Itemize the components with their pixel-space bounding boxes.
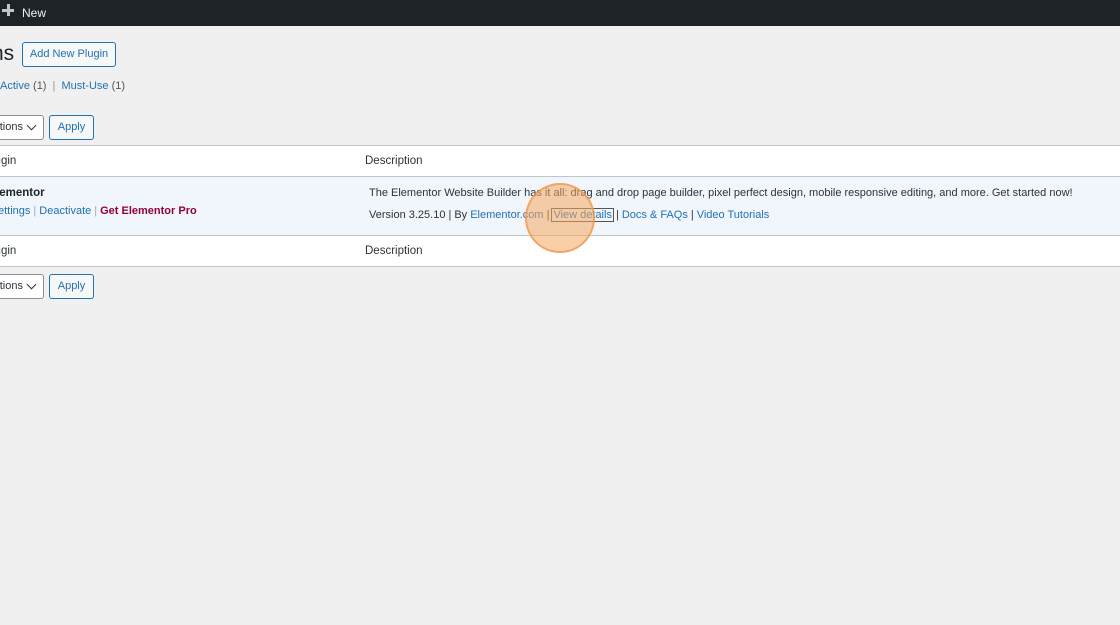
page-title: ns [0, 42, 15, 65]
filter-mustuse-count: (1) [111, 80, 126, 92]
plugin-status-filters: Active (1) | Must-Use (1) [0, 80, 125, 92]
bulk-actions-selected: tions [0, 280, 23, 292]
column-plugin-footer[interactable]: lugin [0, 245, 16, 257]
version-text: Version 3.25.10 [369, 209, 446, 221]
docs-faqs-link[interactable]: Docs & FAQs [622, 209, 688, 221]
click-highlight-circle [525, 183, 595, 253]
admin-bar: New [0, 0, 1120, 26]
plus-icon[interactable] [2, 4, 14, 16]
deactivate-link[interactable]: Deactivate [39, 205, 91, 217]
new-menu-link[interactable]: New [22, 6, 46, 20]
plugin-name: lementor [0, 187, 45, 199]
chevron-down-icon [26, 279, 37, 290]
apply-button-bottom[interactable]: Apply [49, 274, 94, 299]
column-plugin-header[interactable]: lugin [0, 155, 16, 167]
filter-separator: | [52, 80, 56, 92]
table-header: lugin Description [0, 146, 1120, 177]
add-new-plugin-button[interactable]: Add New Plugin [22, 42, 116, 67]
action-separator: | [33, 205, 37, 217]
by-text: By [454, 209, 468, 221]
plugin-description: The Elementor Website Builder has it all… [369, 187, 1073, 199]
column-description-header: Description [365, 155, 423, 167]
chevron-down-icon [26, 120, 37, 131]
apply-button-top[interactable]: Apply [49, 115, 94, 140]
row-actions: ettings | Deactivate | Get Elementor Pro [0, 205, 197, 217]
get-elementor-pro-link[interactable]: Get Elementor Pro [100, 205, 197, 217]
meta-separator: | [615, 209, 619, 221]
action-separator: | [94, 205, 98, 217]
filter-mustuse-link[interactable]: Must-Use [61, 80, 108, 92]
bulk-actions-select-top[interactable]: tions [0, 115, 44, 140]
settings-link[interactable]: ettings [0, 205, 30, 217]
meta-separator: | [448, 209, 452, 221]
filter-active-count: (1) [33, 80, 47, 92]
video-tutorials-link[interactable]: Video Tutorials [697, 209, 770, 221]
filter-active-link[interactable]: Active [0, 80, 30, 92]
bulk-actions-selected: tions [0, 121, 23, 133]
column-description-footer: Description [365, 245, 423, 257]
meta-separator: | [690, 209, 694, 221]
bulk-actions-select-bottom[interactable]: tions [0, 274, 44, 299]
